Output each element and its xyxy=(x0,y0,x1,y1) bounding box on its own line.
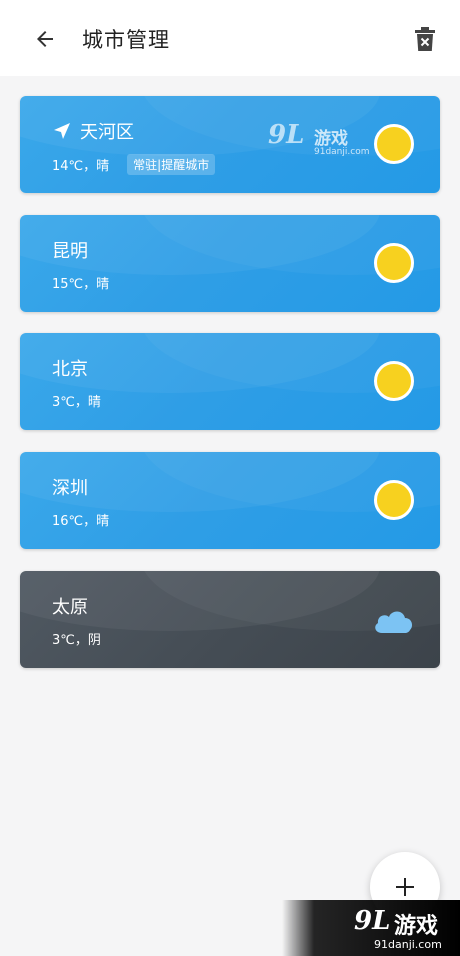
city-name: 深圳 xyxy=(52,478,88,499)
city-weather: 16℃，晴 xyxy=(52,514,110,529)
watermark-corner: 9L 游戏 91danji.com xyxy=(282,900,460,956)
page-title: 城市管理 xyxy=(82,28,170,52)
city-card-kunming[interactable]: 昆明 15℃，晴 xyxy=(20,215,440,312)
city-card-tianhe[interactable]: 天河区 14℃，晴 常驻|提醒城市 9L 游戏 91danji.com xyxy=(20,96,440,193)
sun-icon xyxy=(374,361,414,401)
sun-icon xyxy=(374,124,414,164)
resident-reminder-badge: 常驻|提醒城市 xyxy=(127,154,216,175)
trash-icon xyxy=(415,27,435,51)
plus-icon xyxy=(396,878,414,896)
back-button[interactable] xyxy=(28,22,62,56)
delete-button[interactable] xyxy=(408,22,442,56)
top-app-bar: 城市管理 xyxy=(0,0,460,76)
watermark-logo: 9L 游戏 91danji.com xyxy=(268,120,370,157)
city-name: 昆明 xyxy=(52,241,88,262)
city-card-beijing[interactable]: 北京 3℃，晴 xyxy=(20,333,440,430)
city-card-taiyuan[interactable]: 太原 3℃，阴 xyxy=(20,571,440,668)
city-card-shenzhen[interactable]: 深圳 16℃，晴 xyxy=(20,452,440,549)
city-weather: 3℃，晴 xyxy=(52,395,101,410)
location-arrow-icon xyxy=(54,123,70,139)
city-weather: 3℃，阴 xyxy=(52,633,101,648)
cloud-icon xyxy=(375,611,413,633)
sun-icon xyxy=(374,480,414,520)
arrow-left-icon xyxy=(37,31,53,47)
city-weather: 14℃，晴 xyxy=(52,159,110,174)
city-name: 天河区 xyxy=(80,122,134,143)
city-name: 北京 xyxy=(52,359,88,380)
city-name: 太原 xyxy=(52,597,88,618)
sun-icon xyxy=(374,243,414,283)
city-weather: 15℃，晴 xyxy=(52,277,110,292)
